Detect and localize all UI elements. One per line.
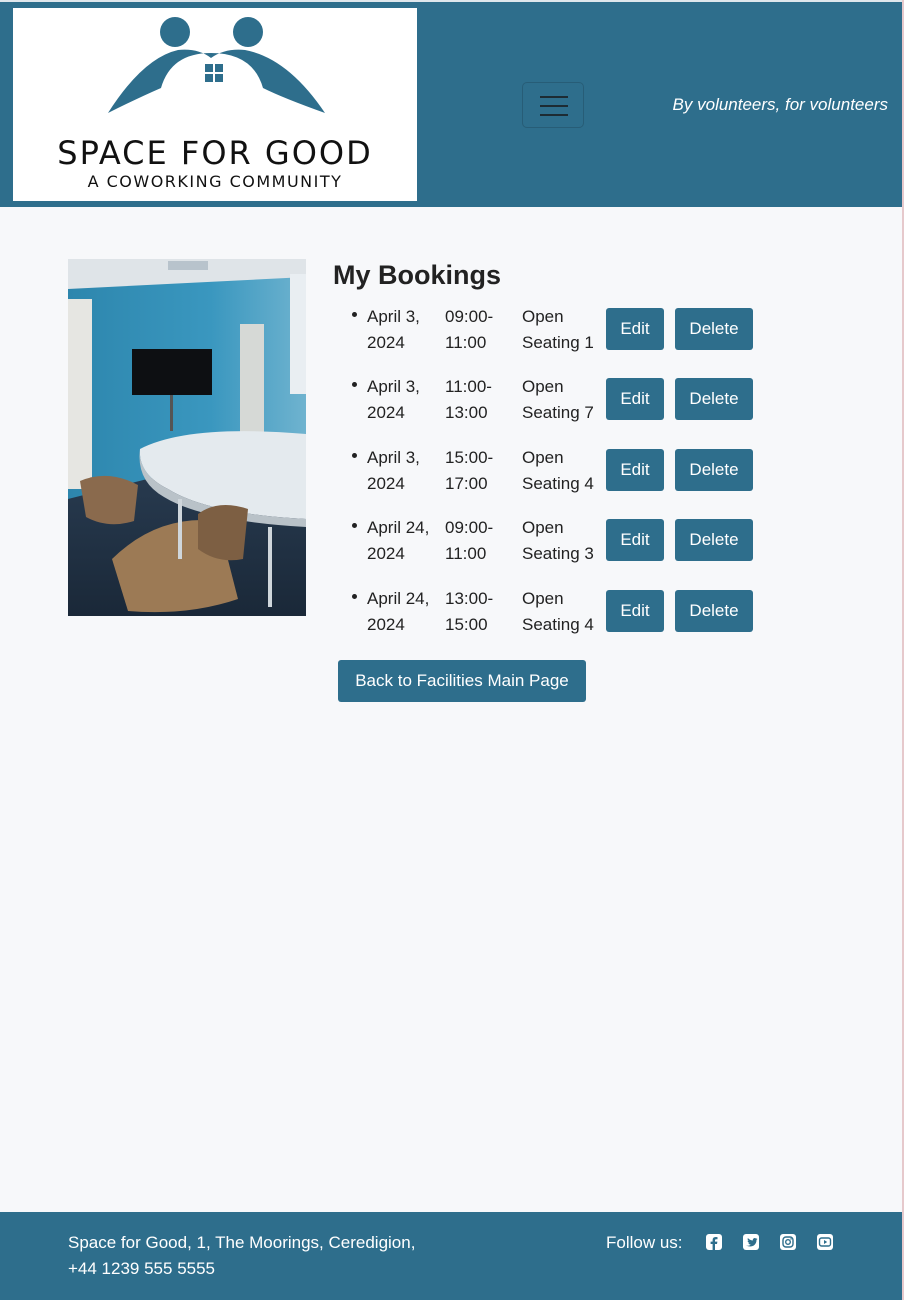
list-item: April 24, 2024 13:00-15:00 Open Seating … [340,584,780,654]
back-to-facilities-button[interactable]: Back to Facilities Main Page [338,660,586,702]
site-logo[interactable]: SPACE FOR GOOD A COWORKING COMMUNITY [13,8,417,201]
booking-time: 09:00-11:00 [445,518,494,564]
menu-toggle-button[interactable] [522,82,584,128]
booking-time: 15:00-17:00 [445,447,494,493]
logo-title: SPACE FOR GOOD [57,134,373,172]
booking-date: April 3, 2024 [367,377,420,423]
list-item: April 24, 2024 09:00-11:00 Open Seating … [340,513,780,583]
booking-space: Open Seating 4 [522,447,594,493]
delete-booking-button[interactable]: Delete [675,378,753,421]
instagram-icon[interactable] [780,1234,796,1250]
logo-emblem-icon [108,17,325,113]
delete-booking-button[interactable]: Delete [675,519,753,562]
footer-address: Space for Good, 1, The Moorings, Ceredig… [68,1230,415,1282]
address-line: Space for Good, 1, The Moorings, Ceredig… [68,1233,416,1252]
booking-space: Open Seating 1 [522,307,594,352]
booking-date: April 24, 2024 [367,588,430,634]
site-footer: Space for Good, 1, The Moorings, Ceredig… [0,1212,902,1300]
bullet-icon [352,312,357,317]
meeting-room-photo [68,259,306,616]
list-item: April 3, 2024 11:00-13:00 Open Seating 7… [340,372,780,442]
hamburger-icon [540,114,568,116]
follow-label: Follow us: [606,1233,683,1252]
edit-booking-button[interactable]: Edit [606,378,664,421]
list-item: April 3, 2024 09:00-11:00 Open Seating 1… [340,302,780,372]
hamburger-icon [540,96,568,98]
edit-booking-button[interactable]: Edit [606,448,664,491]
bullet-icon [352,593,357,599]
youtube-icon[interactable] [817,1234,833,1250]
booking-date: April 24, 2024 [367,518,430,564]
booking-time: 13:00-15:00 [445,588,494,634]
booking-space: Open Seating 3 [522,518,594,564]
booking-date: April 3, 2024 [367,307,420,352]
delete-booking-button[interactable]: Delete [675,448,753,491]
booking-date: April 3, 2024 [367,447,420,493]
edit-booking-button[interactable]: Edit [606,519,664,562]
bullet-icon [352,382,357,388]
booking-space: Open Seating 4 [522,588,594,634]
edit-booking-button[interactable]: Edit [606,589,664,632]
edit-booking-button[interactable]: Edit [606,308,664,350]
bullet-icon [352,523,357,529]
bookings-list: April 3, 2024 09:00-11:00 Open Seating 1… [340,302,780,654]
site-header: SPACE FOR GOOD A COWORKING COMMUNITY By … [0,0,902,207]
list-item: April 3, 2024 15:00-17:00 Open Seating 4… [340,443,780,513]
phone-number: +44 1239 555 5555 [68,1259,216,1278]
bullet-icon [352,452,357,458]
booking-space: Open Seating 7 [522,377,594,423]
twitter-icon[interactable] [743,1234,759,1250]
booking-time: 09:00-11:00 [445,307,494,352]
booking-time: 11:00-13:00 [445,377,492,423]
facebook-icon[interactable] [706,1234,722,1250]
delete-booking-button[interactable]: Delete [675,308,753,350]
page-title: My Bookings [333,260,502,290]
site-tagline: By volunteers, for volunteers [672,95,888,114]
delete-booking-button[interactable]: Delete [675,589,753,632]
logo-subtitle: A COWORKING COMMUNITY [87,172,343,191]
hamburger-icon [540,105,568,107]
